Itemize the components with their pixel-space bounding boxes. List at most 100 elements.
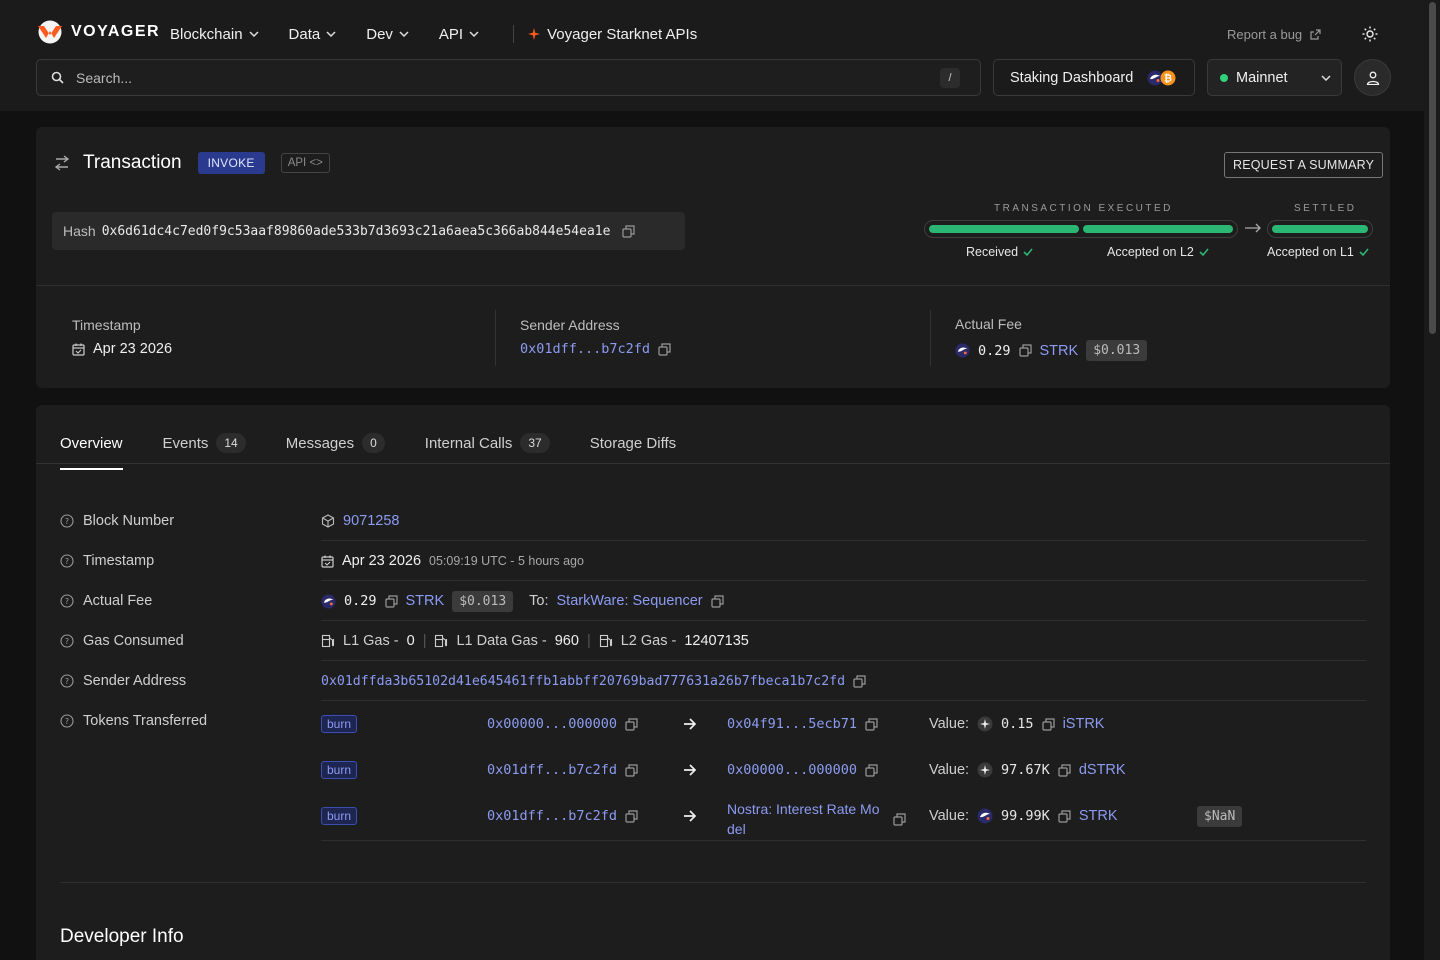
transfer-to-link[interactable]: 0x04f91...5ecb71: [727, 716, 857, 732]
block-number-link[interactable]: 9071258: [343, 513, 399, 529]
api-badge[interactable]: API <>: [280, 153, 330, 173]
calendar-icon: [72, 343, 85, 356]
search-input[interactable]: [76, 69, 940, 86]
transfer-to-link[interactable]: Nostra: Interest Rate Model: [727, 799, 885, 839]
fee-to-link[interactable]: StarkWare: Sequencer: [557, 593, 703, 609]
transfer-from-link[interactable]: 0x00000...000000: [487, 716, 617, 732]
user-icon: [1366, 71, 1379, 85]
summary-separator: [930, 310, 931, 366]
page-scrollbar[interactable]: [1424, 0, 1440, 960]
arrow-right-icon: [1245, 223, 1261, 233]
summary-sender-label: Sender Address: [520, 317, 620, 333]
transfer-from-link[interactable]: 0x01dff...b7c2fd: [487, 808, 617, 824]
copy-icon[interactable]: [625, 763, 638, 777]
transfer-type-badge: burn: [321, 715, 358, 733]
summary-sender-link[interactable]: 0x01dff...b7c2fd: [520, 341, 650, 357]
gas-pump-icon: [599, 634, 612, 648]
copy-icon[interactable]: [384, 594, 398, 608]
chevron-down-icon: [1321, 74, 1331, 81]
svg-text:?: ?: [65, 557, 69, 566]
copy-icon[interactable]: [622, 224, 636, 238]
help-circle-icon[interactable]: ?: [60, 594, 74, 608]
summary-timestamp: Timestamp Apr 23 2026: [72, 317, 172, 357]
top-header: VOYAGER Blockchain Data Dev API Voyager …: [0, 0, 1424, 111]
nav-blockchain[interactable]: Blockchain: [170, 26, 259, 43]
summary-fee-usd: $0.013: [1086, 340, 1148, 361]
copy-icon[interactable]: [893, 812, 906, 826]
timestamp-detail: 05:09:19 UTC - 5 hours ago: [429, 554, 584, 568]
help-circle-icon[interactable]: ?: [60, 714, 74, 728]
nav-separator: [513, 25, 515, 43]
status-accepted-l2-label: Accepted on L2: [1107, 245, 1194, 259]
nav-api[interactable]: API: [439, 26, 479, 43]
logo-text: VOYAGER: [71, 23, 161, 40]
transfer-to-link[interactable]: 0x00000...000000: [727, 762, 857, 778]
transfer-value-label: Value:: [929, 762, 970, 778]
status-received: Received: [966, 245, 1033, 259]
user-account-button[interactable]: [1354, 59, 1391, 96]
copy-icon[interactable]: [1058, 763, 1071, 777]
help-circle-icon[interactable]: ?: [60, 554, 74, 568]
status-executed-track: [924, 220, 1238, 238]
copy-icon[interactable]: [1041, 717, 1055, 731]
help-circle-icon[interactable]: ?: [60, 514, 74, 528]
token-transfer-row: burn 0x01dff...b7c2fd Nostra: Interest R…: [321, 793, 1366, 841]
strk-token-icon: [321, 593, 336, 609]
tab-messages[interactable]: Messages 0: [286, 423, 385, 463]
staking-dashboard-button[interactable]: Staking Dashboard ₿: [993, 59, 1195, 96]
overview-card: Overview Events 14 Messages 0 Internal C…: [36, 405, 1390, 960]
transfer-value: 0.15: [1001, 716, 1034, 732]
transfer-token-link[interactable]: iSTRK: [1063, 716, 1105, 732]
report-bug-link[interactable]: Report a bug: [1227, 27, 1321, 42]
nav-starknet-apis[interactable]: Voyager Starknet APIs: [528, 26, 697, 43]
summary-fee-token-link[interactable]: STRK: [1040, 343, 1079, 359]
copy-icon[interactable]: [865, 763, 878, 777]
transfer-type-badge: burn: [321, 761, 358, 779]
tab-messages-count: 0: [362, 433, 385, 453]
transfer-token-link[interactable]: dSTRK: [1079, 762, 1126, 778]
help-circle-icon[interactable]: ?: [60, 674, 74, 688]
network-selector[interactable]: Mainnet: [1207, 59, 1342, 96]
chevron-down-icon: [249, 31, 259, 37]
copy-icon[interactable]: [625, 809, 638, 823]
tab-internal-calls[interactable]: Internal Calls 37: [425, 423, 550, 463]
tab-events[interactable]: Events 14: [163, 423, 246, 463]
copy-icon[interactable]: [625, 717, 638, 731]
transfer-arrows-icon: [54, 155, 70, 171]
tab-events-count: 14: [216, 433, 246, 453]
status-l1-bar: [1272, 225, 1368, 233]
timestamp-label: Timestamp: [83, 553, 155, 569]
search-shortcut-key: /: [940, 67, 960, 88]
gas-pump-icon: [321, 634, 335, 648]
nav-dev[interactable]: Dev: [366, 26, 409, 43]
fee-token-link[interactable]: STRK: [406, 593, 445, 609]
nav-data[interactable]: Data: [289, 26, 337, 43]
tab-storage-diffs[interactable]: Storage Diffs: [590, 423, 676, 463]
sender-address-link[interactable]: 0x01dffda3b65102d41e645461ffb1abbff20769…: [321, 674, 845, 689]
summary-fee: Actual Fee 0.29 STRK $0.013: [955, 316, 1148, 361]
row-timestamp: ? Timestamp Apr 23 2026 05:09:19 UTC - 5…: [60, 541, 1366, 581]
tab-internal-calls-count: 37: [520, 433, 550, 453]
gas-separator: |: [422, 633, 427, 649]
l1-data-gas-label: L1 Data Gas -: [456, 633, 547, 649]
transfer-from-link[interactable]: 0x01dff...b7c2fd: [487, 762, 617, 778]
status-accepted-l2: Accepted on L2: [1107, 245, 1209, 259]
actual-fee-label: Actual Fee: [83, 593, 153, 609]
tab-overview[interactable]: Overview: [60, 423, 123, 470]
voyager-logo[interactable]: VOYAGER: [36, 20, 160, 44]
request-summary-button[interactable]: REQUEST A SUMMARY: [1224, 152, 1384, 178]
copy-icon[interactable]: [853, 674, 866, 688]
copy-icon[interactable]: [1058, 809, 1071, 823]
scrollbar-thumb[interactable]: [1429, 2, 1436, 334]
transfer-token-link[interactable]: STRK: [1079, 808, 1118, 824]
help-circle-icon[interactable]: ?: [60, 634, 74, 648]
check-icon: [1359, 248, 1369, 256]
network-label: Mainnet: [1236, 69, 1288, 86]
copy-icon[interactable]: [658, 342, 671, 356]
summary-sender: Sender Address 0x01dff...b7c2fd: [520, 317, 671, 357]
copy-icon[interactable]: [1018, 344, 1032, 357]
copy-icon[interactable]: [865, 717, 878, 731]
copy-icon[interactable]: [711, 594, 724, 608]
tab-events-label: Events: [162, 434, 209, 452]
theme-toggle-button[interactable]: [1358, 22, 1382, 46]
